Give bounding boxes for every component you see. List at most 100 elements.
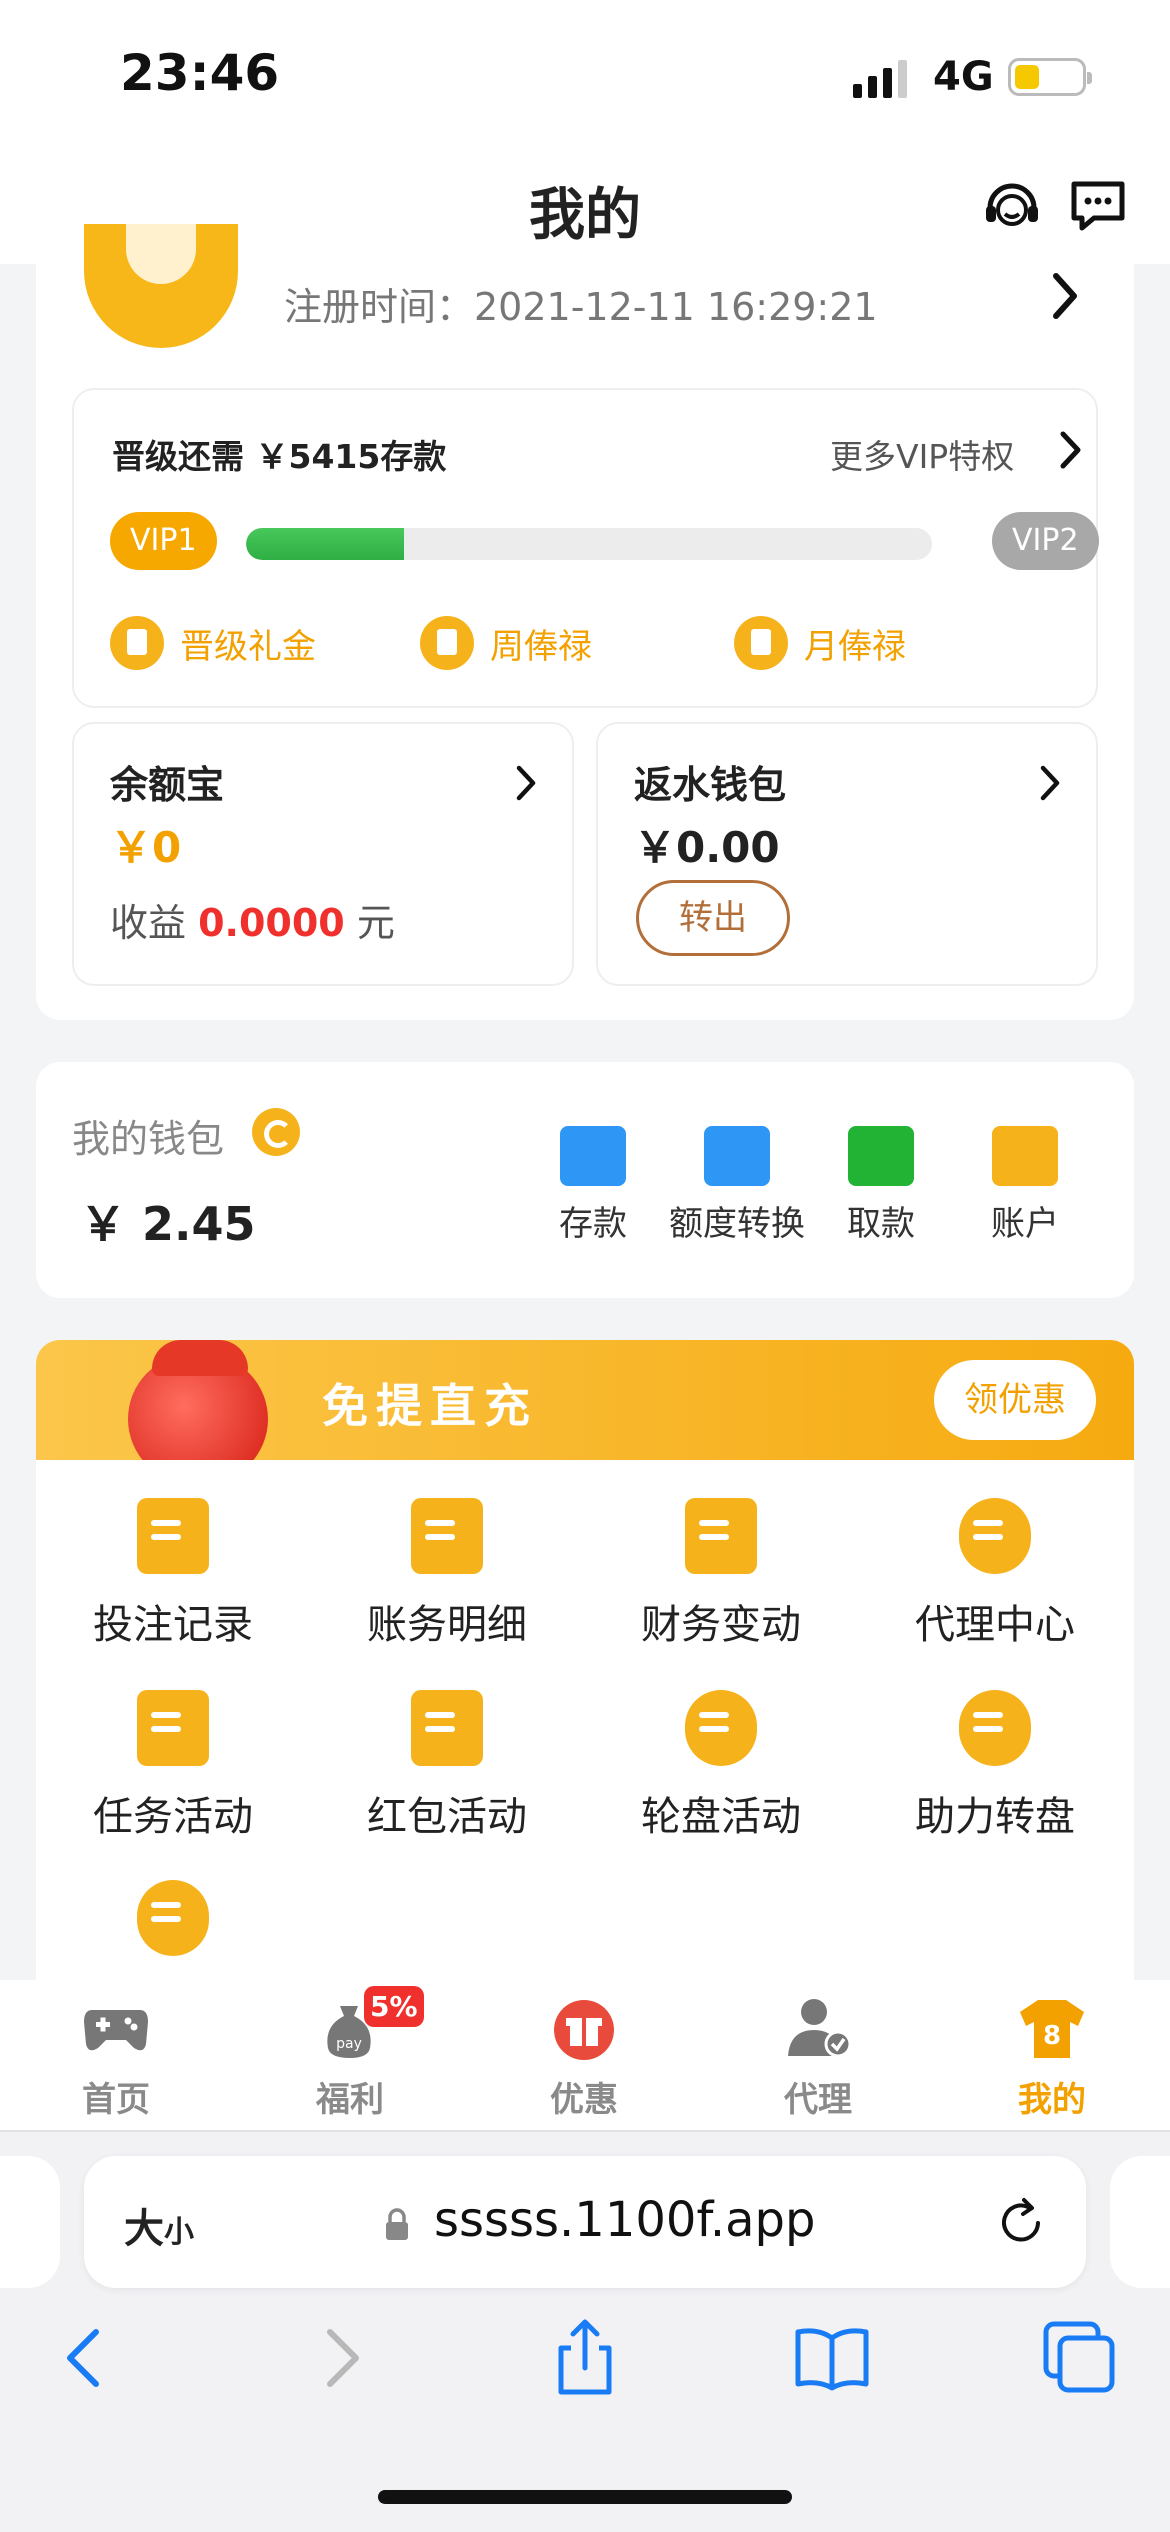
moneybag-icon [734, 616, 788, 670]
tab-home[interactable]: 首页 [36, 1996, 196, 2121]
transfer-icon [704, 1126, 770, 1186]
account-button[interactable]: 账户 [950, 1126, 1100, 1245]
promo-banner[interactable]: 免提直充 领优惠 [36, 1340, 1134, 1460]
headset-icon[interactable] [982, 176, 1042, 236]
menu-assist-wheel[interactable]: 助力转盘 [858, 1690, 1132, 1842]
menu-label: 助力转盘 [915, 1794, 1075, 1840]
prev-tab-peek[interactable] [0, 2156, 60, 2288]
menu-label: 红包活动 [367, 1794, 527, 1840]
rebate-wallet-card[interactable]: 返水钱包 ￥0.00 转出 [596, 722, 1098, 986]
task-icon [137, 1690, 209, 1766]
action-label: 取款 [847, 1204, 915, 1244]
text-size-button[interactable]: 大小 [124, 2196, 194, 2254]
yuebao-card[interactable]: 余额宝 ￥0 收益 0.0000 元 [72, 722, 574, 986]
menu-task-activity[interactable]: 任务活动 [36, 1690, 310, 1842]
withdraw-button[interactable]: 取款 [806, 1126, 956, 1245]
promo-title: 免提直充 [322, 1379, 538, 1433]
tab-offers[interactable]: 优惠 [504, 1996, 664, 2121]
url-text[interactable]: sssss.1100f.app [434, 2192, 815, 2248]
transfer-out-button[interactable]: 转出 [636, 880, 790, 956]
battery-icon [1008, 58, 1092, 96]
perk-label: 月俸禄 [804, 626, 906, 667]
my-wallet-card: 我的钱包 ￥ 2.45 存款 额度转换 取款 账户 [36, 1062, 1134, 1298]
tab-label: 我的 [1018, 2080, 1086, 2120]
menu-label: 代理中心 [915, 1602, 1075, 1648]
yuebao-earnings: 收益 0.0000 元 [110, 892, 395, 947]
back-icon[interactable] [48, 2318, 128, 2398]
rebate-wallet-amount: ￥0.00 [634, 823, 780, 872]
action-label: 存款 [559, 1204, 627, 1244]
vip-progress-bar [246, 528, 932, 560]
vip-progress-box: 晋级还需 ￥5415存款 更多VIP特权 VIP1 VIP2 晋级礼金 周俸禄 … [72, 388, 1099, 708]
vip-next-badge: VIP2 [992, 512, 1099, 570]
reload-icon[interactable] [994, 2196, 1048, 2250]
jersey-number: 8 [1043, 2021, 1061, 2051]
wallet-icon [560, 1126, 626, 1186]
menu-label: 账务明细 [367, 1602, 527, 1648]
ledger-icon [411, 1498, 483, 1574]
chevron-right-icon[interactable] [1036, 762, 1064, 804]
network-type: 4G [933, 54, 994, 100]
lock-icon [386, 2208, 408, 2240]
chevron-right-icon[interactable] [1046, 266, 1086, 326]
card-icon [992, 1126, 1058, 1186]
tabs-icon[interactable] [1040, 2318, 1120, 2398]
menu-red-envelope[interactable]: 红包活动 [310, 1690, 584, 1842]
tab-agent[interactable]: 代理 [738, 1996, 898, 2121]
share-icon[interactable] [545, 2318, 625, 2398]
status-bar: 23:46 4G [0, 0, 1170, 140]
bookmarks-icon[interactable] [792, 2318, 872, 2398]
status-time: 23:46 [120, 44, 280, 102]
menu-label: 轮盘活动 [641, 1794, 801, 1840]
perk-monthly-salary[interactable]: 月俸禄 [734, 616, 906, 670]
chevron-right-icon[interactable] [512, 762, 540, 804]
menu-label: 财务变动 [641, 1602, 801, 1648]
wallet-balance: ￥ 2.45 [80, 1197, 256, 1251]
avatar[interactable] [84, 224, 238, 348]
deposit-button[interactable]: 存款 [518, 1126, 668, 1245]
rebate-wallet-title: 返水钱包 [634, 763, 787, 807]
register-time: 注册时间：2021-12-11 16:29:21 [284, 285, 878, 329]
next-tab-peek[interactable] [1110, 2156, 1170, 2288]
tab-welfare[interactable]: pay 5% 福利 [270, 1986, 430, 2121]
bottom-tab-bar: 首页 pay 5% 福利 优惠 代理 8 我的 [0, 1980, 1170, 2132]
clipboard-icon [420, 616, 474, 670]
menu-finance-changes[interactable]: 财务变动 [584, 1498, 858, 1650]
perk-weekly-salary[interactable]: 周俸禄 [420, 616, 592, 670]
menu-bet-records[interactable]: 投注记录 [36, 1498, 310, 1650]
prize-wheel-icon [959, 1690, 1031, 1766]
calendar-icon [685, 1498, 757, 1574]
cellular-signal-icon [853, 58, 907, 98]
menu-agent-center[interactable]: 代理中心 [858, 1498, 1132, 1650]
wheel-icon [685, 1690, 757, 1766]
gamepad-icon [84, 2010, 148, 2051]
agent-icon [788, 1999, 852, 2058]
menu-account-details[interactable]: 账务明细 [310, 1498, 584, 1650]
forward-icon[interactable] [298, 2318, 378, 2398]
claim-offer-button[interactable]: 领优惠 [934, 1360, 1096, 1440]
menu-wheel-activity[interactable]: 轮盘活动 [584, 1690, 858, 1842]
function-menu: 投注记录 账务明细 财务变动 代理中心 任务活动 红包活动 轮盘活动 助力转盘 [36, 1460, 1134, 1980]
welfare-badge: 5% [364, 1986, 424, 2027]
tab-label: 代理 [784, 2080, 852, 2120]
chat-icon[interactable] [1068, 176, 1128, 236]
chevron-right-icon[interactable] [1056, 428, 1086, 472]
earnings-value: 0.0000 [198, 901, 345, 945]
diamond-icon [137, 1880, 209, 1956]
refresh-icon[interactable] [252, 1108, 300, 1156]
tab-label: 福利 [316, 2080, 384, 2120]
yuebao-amount: ￥0 [110, 823, 182, 872]
quota-transfer-button[interactable]: 额度转换 [662, 1126, 812, 1245]
perk-upgrade-bonus[interactable]: 晋级礼金 [110, 616, 316, 670]
address-bar[interactable]: 大小 sssss.1100f.app [84, 2156, 1086, 2288]
shirt-icon: 8 [1020, 2000, 1084, 2058]
action-label: 额度转换 [669, 1204, 805, 1244]
document-icon [137, 1498, 209, 1574]
agent-icon [959, 1498, 1031, 1574]
vip-more-privileges-link[interactable]: 更多VIP特权 [830, 430, 1014, 478]
tab-label: 优惠 [550, 2080, 618, 2120]
vip-upgrade-requirement: 晋级还需 ￥5415存款 [112, 437, 447, 476]
svg-text:pay: pay [336, 2036, 362, 2052]
tab-mine[interactable]: 8 我的 [972, 1996, 1132, 2121]
menu-item-partial[interactable] [36, 1880, 310, 1974]
